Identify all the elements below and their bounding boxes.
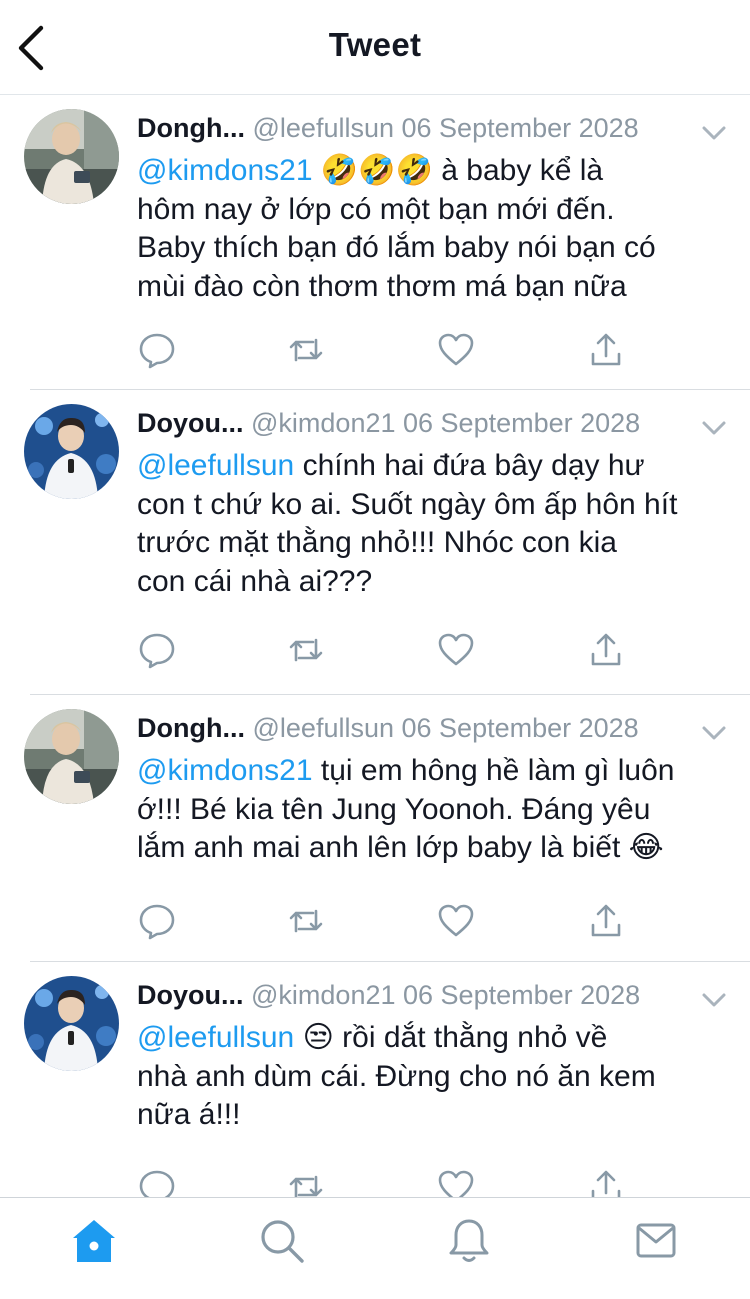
page-title: Tweet xyxy=(328,26,422,63)
tweet-line: Baby thích bạn đó lắm baby nói bạn có xyxy=(137,231,656,264)
reply-button[interactable] xyxy=(137,901,177,941)
mention-link[interactable]: @leefullsun xyxy=(137,449,294,482)
reply-button[interactable] xyxy=(137,1167,177,1197)
tweet-text: @leefullsun chính hai đứa bây dạy hư con… xyxy=(137,447,733,601)
tweet-text: @kimdons21 tụi em hông hề làm gì luôn ớ!… xyxy=(137,752,733,868)
top-bar: Tweet xyxy=(0,0,750,95)
retweet-icon xyxy=(289,909,323,933)
tweet-thread[interactable]: Dongh... @leefullsun 06 September 2028 @… xyxy=(0,95,750,1197)
tweet[interactable]: Dongh... @leefullsun 06 September 2028 @… xyxy=(0,95,750,390)
tweet-date: 06 September 2028 xyxy=(403,408,641,438)
like-icon xyxy=(438,904,474,937)
tweet-header: Doyou... @kimdon21 06 September 2028 xyxy=(137,977,727,1013)
retweet-button[interactable] xyxy=(286,630,326,670)
search-icon xyxy=(261,1220,304,1263)
share-icon xyxy=(591,333,621,366)
retweet-button[interactable] xyxy=(286,901,326,941)
like-button[interactable] xyxy=(436,330,476,370)
tweet[interactable]: Dongh... @leefullsun 06 September 2028 @… xyxy=(0,695,750,962)
reply-icon xyxy=(139,633,175,669)
like-button[interactable] xyxy=(436,630,476,670)
tweet-actions xyxy=(137,901,637,941)
tweet-date: 06 September 2028 xyxy=(401,113,639,143)
like-icon xyxy=(438,333,474,366)
tweet-line: con cái nhà ai??? xyxy=(137,564,373,598)
share-button[interactable] xyxy=(586,901,626,941)
reply-icon xyxy=(139,1170,175,1197)
user-handle[interactable]: @kimdon21 xyxy=(251,980,395,1010)
tweet-date: 06 September 2028 xyxy=(401,713,639,743)
tweet-line: 😒 rồi dắt thằng nhỏ về xyxy=(302,1021,608,1054)
tab-bar xyxy=(0,1197,750,1299)
tweet-line: lắm anh mai anh lên lớp baby là biết 😂 xyxy=(137,831,664,864)
share-button[interactable] xyxy=(586,1167,626,1197)
tab-notifications[interactable] xyxy=(444,1216,494,1266)
messages-icon xyxy=(636,1223,676,1258)
tweet-header: Dongh... @leefullsun 06 September 2028 xyxy=(137,710,727,746)
tweet-line: nữa á!!! xyxy=(137,1098,241,1131)
avatar[interactable] xyxy=(24,109,119,204)
retweet-icon xyxy=(289,638,323,662)
tweet-line: ớ!!! Bé kia tên Jung Yoonoh. Đáng yêu xyxy=(137,792,651,826)
reply-button[interactable] xyxy=(137,630,177,670)
display-name[interactable]: Doyou... xyxy=(137,980,244,1010)
tweet-header: Doyou... @kimdon21 06 September 2028 xyxy=(137,405,727,441)
user-handle[interactable]: @leefullsun xyxy=(253,113,395,143)
mention-link[interactable]: @kimdons21 xyxy=(137,154,313,187)
chevron-down-icon[interactable] xyxy=(701,412,727,448)
notifications-icon xyxy=(449,1219,489,1262)
avatar[interactable] xyxy=(24,404,119,499)
reply-icon xyxy=(139,333,175,369)
reply-button[interactable] xyxy=(137,330,177,370)
retweet-button[interactable] xyxy=(286,1167,326,1197)
tweet-line: 🤣🤣🤣 à baby kể là xyxy=(320,154,604,187)
tweet-line: con t chứ ko ai. Suốt ngày ôm ấp hôn hít xyxy=(137,487,678,521)
like-icon xyxy=(438,633,474,666)
tab-search[interactable] xyxy=(257,1216,307,1266)
user-handle[interactable]: @leefullsun xyxy=(253,713,395,743)
mention-link[interactable]: @leefullsun xyxy=(137,1021,294,1054)
tweet-line: hôm nay ở lớp có một bạn mới đến. xyxy=(137,192,615,226)
tweet[interactable]: Doyou... @kimdon21 06 September 2028 @le… xyxy=(0,390,750,695)
chevron-down-icon[interactable] xyxy=(701,984,727,1020)
home-icon xyxy=(73,1220,115,1262)
chevron-down-icon[interactable] xyxy=(701,117,727,153)
tweet-date: 06 September 2028 xyxy=(403,980,641,1010)
like-button[interactable] xyxy=(436,1167,476,1197)
display-name[interactable]: Dongh... xyxy=(137,713,245,743)
share-icon xyxy=(591,633,621,666)
tweet-line: chính hai đứa bây dạy hư xyxy=(302,449,645,482)
avatar[interactable] xyxy=(24,709,119,804)
tweet[interactable]: Doyou... @kimdon21 06 September 2028 @le… xyxy=(0,962,750,1197)
share-icon xyxy=(591,1170,621,1197)
reply-icon xyxy=(139,904,175,940)
tweet-text: @leefullsun 😒 rồi dắt thằng nhỏ về nhà a… xyxy=(137,1019,733,1135)
retweet-button[interactable] xyxy=(286,330,326,370)
tweet-line: trước mặt thằng nhỏ!!! Nhóc con kia xyxy=(137,526,617,559)
chevron-down-icon[interactable] xyxy=(701,717,727,753)
tweet-text: @kimdons21 🤣🤣🤣 à baby kể là hôm nay ở lớ… xyxy=(137,152,733,306)
share-button[interactable] xyxy=(586,330,626,370)
tweet-line: nhà anh dùm cái. Đừng cho nó ăn kem xyxy=(137,1059,656,1093)
tweet-header: Dongh... @leefullsun 06 September 2028 xyxy=(137,110,727,146)
mention-link[interactable]: @kimdons21 xyxy=(137,754,313,787)
like-button[interactable] xyxy=(436,901,476,941)
share-icon xyxy=(591,904,621,937)
tweet-actions xyxy=(137,1167,637,1197)
user-handle[interactable]: @kimdon21 xyxy=(251,408,395,438)
avatar[interactable] xyxy=(24,976,119,1071)
retweet-icon xyxy=(289,338,323,362)
tweet-actions xyxy=(137,330,637,370)
share-button[interactable] xyxy=(586,630,626,670)
display-name[interactable]: Dongh... xyxy=(137,113,245,143)
tab-home[interactable] xyxy=(69,1216,119,1266)
display-name[interactable]: Doyou... xyxy=(137,408,244,438)
like-icon xyxy=(438,1170,474,1197)
tweet-actions xyxy=(137,630,637,670)
retweet-icon xyxy=(289,1175,323,1197)
tweet-line: mùi đào còn thơm thơm má bạn nữa xyxy=(137,269,627,303)
tweet-line: tụi em hông hề làm gì luôn xyxy=(320,754,675,787)
tab-messages[interactable] xyxy=(631,1216,681,1266)
